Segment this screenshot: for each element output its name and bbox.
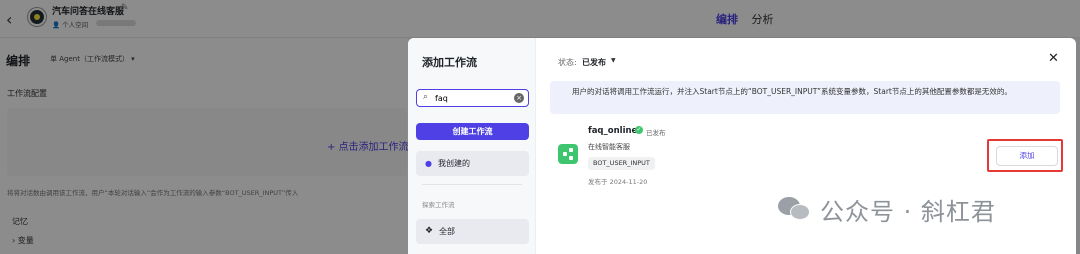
explore-label: 探索工作流: [422, 201, 455, 209]
check-icon: ✓: [635, 126, 643, 134]
status-filter[interactable]: 已发布: [582, 57, 606, 68]
workflow-name[interactable]: faq_online: [588, 126, 637, 136]
modal-title: 添加工作流: [422, 56, 477, 69]
search-input[interactable]: [435, 92, 510, 104]
create-workflow-button[interactable]: 创建工作流: [416, 123, 529, 140]
clear-icon[interactable]: ×: [514, 93, 524, 103]
watermark-text: 公众号 · 斜杠君: [820, 197, 996, 226]
my-created-item[interactable]: ● 我创建的: [416, 151, 529, 176]
published-badge: 已发布: [646, 129, 666, 137]
add-button[interactable]: 添加: [996, 146, 1058, 166]
modal-sidebar: 添加工作流 ⌕ × 创建工作流 ● 我创建的 探索工作流 ❖ 全部: [408, 38, 536, 254]
workflow-publish-date: 发布于 2024-11-20: [588, 178, 648, 186]
caret-down-icon[interactable]: ▼: [611, 57, 616, 64]
workflow-icon: [558, 144, 578, 164]
workflow-description: 在线智能客服: [588, 143, 630, 151]
notice-banner: 用户的对话将调用工作流运行，并注入Start节点上的“BOT_USER_INPU…: [550, 81, 1060, 114]
status-label: 状态:: [558, 58, 577, 67]
all-label: 全部: [439, 227, 455, 236]
my-created-label: 我创建的: [438, 159, 470, 168]
workflow-param-tag: BOT_USER_INPUT: [588, 157, 655, 170]
search-box[interactable]: ⌕ ×: [416, 89, 529, 107]
search-icon: ⌕: [423, 92, 429, 102]
grid-icon: ❖: [425, 226, 434, 236]
wechat-icon: [778, 195, 812, 223]
close-icon[interactable]: ✕: [1048, 51, 1059, 66]
watermark: 公众号 · 斜杠君: [778, 191, 996, 227]
divider: [422, 184, 522, 185]
user-icon: ●: [425, 159, 432, 168]
all-workflows-item[interactable]: ❖ 全部: [416, 219, 529, 244]
